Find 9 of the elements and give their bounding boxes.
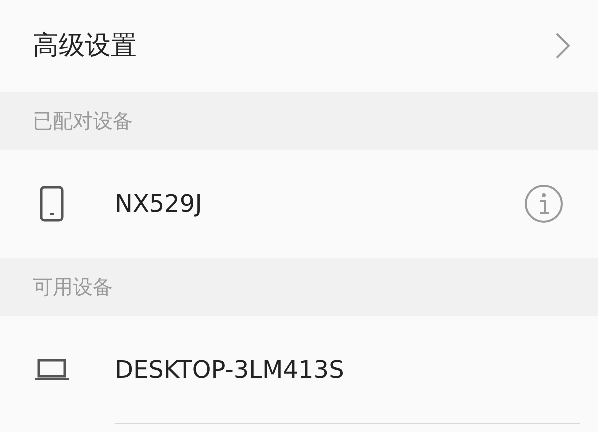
advanced-settings-label: 高级设置 xyxy=(33,30,137,62)
phone-icon xyxy=(40,186,64,222)
device-name: NX529J xyxy=(115,189,204,220)
info-icon[interactable] xyxy=(524,184,564,224)
section-title: 已配对设备 xyxy=(33,108,133,135)
section-title: 可用设备 xyxy=(33,274,113,301)
chevron-right-icon xyxy=(556,33,570,59)
laptop-icon xyxy=(34,359,68,381)
device-name: DESKTOP-3LM413S xyxy=(115,355,346,386)
